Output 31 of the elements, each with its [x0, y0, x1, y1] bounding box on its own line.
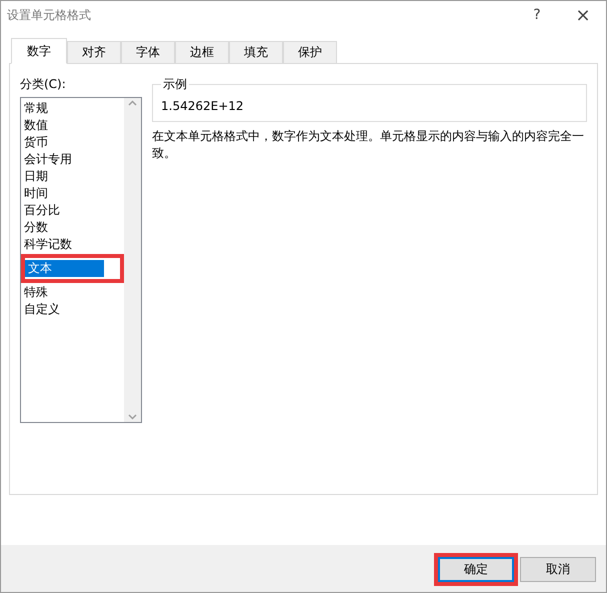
category-label: 分类(C): — [20, 76, 67, 93]
category-item[interactable]: 时间 — [21, 185, 122, 202]
category-list[interactable]: 常规 数值 货币 会计专用 日期 时间 百分比 分数 科学记数 文本 特殊 自定义 — [20, 97, 142, 423]
tab[interactable]: 边框 — [175, 41, 229, 63]
category-item[interactable]: 特殊 — [21, 284, 122, 301]
window-title: 设置单元格格式 — [7, 6, 92, 24]
dialog-button[interactable]: 确定 — [438, 557, 514, 582]
category-item[interactable]: 自定义 — [21, 301, 122, 318]
category-item[interactable]: 分数 — [21, 219, 122, 236]
sample-value: 1.54262E+12 — [161, 99, 244, 113]
scroll-down-icon[interactable] — [128, 414, 137, 420]
scrollbar[interactable] — [124, 98, 141, 422]
category-item[interactable]: 日期 — [21, 168, 122, 185]
dialog-button[interactable]: 取消 — [520, 557, 596, 582]
category-item[interactable]: 常规 — [21, 100, 122, 117]
scroll-up-icon[interactable] — [128, 100, 137, 106]
tab[interactable]: 填充 — [229, 41, 283, 63]
description-text: 在文本单元格格式中，数字作为文本处理。单元格显示的内容与输入的内容完全一致。 — [152, 128, 585, 162]
category-item[interactable]: 会计专用 — [21, 151, 122, 168]
tab[interactable]: 保护 — [283, 41, 337, 63]
sample-label: 示例 — [162, 76, 188, 93]
category-item[interactable]: 文本 — [25, 260, 104, 277]
category-item[interactable]: 数值 — [21, 117, 122, 134]
tab[interactable]: 字体 — [121, 41, 175, 63]
category-item[interactable]: 科学记数 — [21, 236, 122, 253]
category-item[interactable]: 百分比 — [21, 202, 122, 219]
tab[interactable]: 对齐 — [67, 41, 121, 63]
tab[interactable]: 数字 — [11, 38, 67, 64]
category-item[interactable]: 货币 — [21, 134, 122, 151]
help-button[interactable]: ? — [514, 1, 560, 29]
close-button[interactable]: × — [560, 1, 606, 29]
